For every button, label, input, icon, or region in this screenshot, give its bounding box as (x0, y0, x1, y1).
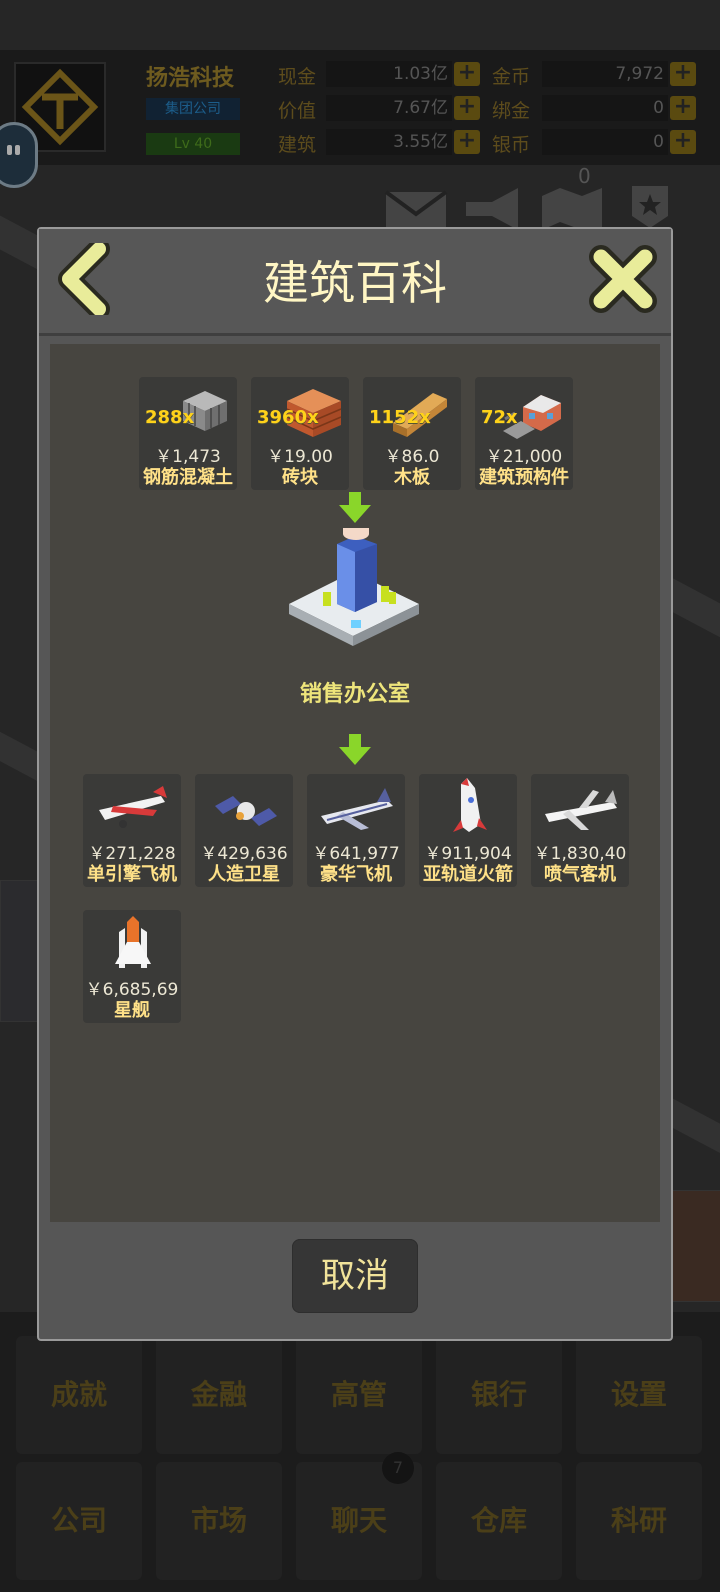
company-name[interactable]: 扬浩科技 (146, 60, 234, 92)
rocket-icon (453, 778, 487, 832)
silver-label: 银币 (492, 134, 531, 156)
gold-value: 7,972 (542, 61, 668, 87)
map-icon[interactable] (540, 186, 604, 230)
add-bound-gold-button[interactable]: + (670, 96, 696, 120)
nav-settings[interactable]: 设置 (576, 1336, 702, 1454)
megaphone-icon[interactable] (462, 186, 524, 230)
output-product-card[interactable]: ￥271,228 单引擎飞机 (83, 774, 181, 887)
building-encyclopedia-dialog: 建筑百科 288x ￥1,473 钢筋混凝土 3960x ￥19.00 砖块 1… (37, 227, 673, 1341)
output-product-card[interactable]: ￥641,977 豪华飞机 (307, 774, 405, 887)
silver-value: 0 (542, 129, 668, 155)
cash-value: 1.03亿 (326, 61, 452, 87)
airliner-icon (545, 790, 617, 830)
nav-market[interactable]: 市场 (156, 1462, 282, 1580)
input-material-card[interactable]: 72x ￥21,000 建筑预构件 (475, 377, 573, 490)
add-value-button[interactable]: + (454, 96, 480, 120)
add-gold-button[interactable]: + (670, 62, 696, 86)
input-name: 木板 (394, 467, 430, 488)
output-name: 人造卫星 (208, 864, 280, 885)
building-sprite (672, 1190, 720, 1302)
input-name: 砖块 (282, 467, 318, 488)
add-building-button[interactable]: + (454, 130, 480, 154)
space-shuttle-icon (115, 916, 151, 968)
nav-executives[interactable]: 高管 (296, 1336, 422, 1454)
nav-warehouse[interactable]: 仓库 (436, 1462, 562, 1580)
nav-company[interactable]: 公司 (16, 1462, 142, 1580)
satellite-icon (215, 796, 277, 826)
value-label: 价值 (278, 100, 317, 122)
chat-unread-badge: 7 (382, 1452, 414, 1484)
luxury-jet-icon (321, 788, 393, 830)
add-silver-button[interactable]: + (670, 130, 696, 154)
mail-icon[interactable] (384, 190, 448, 230)
output-product-card[interactable]: ￥429,636 人造卫星 (195, 774, 293, 887)
output-name: 单引擎飞机 (87, 864, 177, 885)
badge-icon[interactable] (630, 184, 670, 230)
add-cash-button[interactable]: + (454, 62, 480, 86)
output-name: 星舰 (114, 1000, 150, 1021)
input-name: 建筑预构件 (479, 467, 569, 488)
building-label: 建筑 (278, 134, 317, 156)
office-building-icon[interactable] (285, 524, 425, 654)
bound-gold-value: 0 (542, 95, 668, 121)
bound-gold-label: 绑金 (492, 100, 531, 122)
map-badge: 0 (578, 164, 591, 188)
nav-finance[interactable]: 金融 (156, 1336, 282, 1454)
output-name: 豪华飞机 (320, 864, 392, 885)
input-quantity: 1152x (369, 407, 431, 428)
building-sprite (0, 880, 40, 1022)
output-product-card[interactable]: ￥911,904 亚轨道火箭 (419, 774, 517, 887)
input-material-card[interactable]: 3960x ￥19.00 砖块 (251, 377, 349, 490)
input-quantity: 288x (145, 407, 195, 428)
cancel-button[interactable]: 取消 (292, 1239, 418, 1313)
output-product-card[interactable]: ￥1,830,40 喷气客机 (531, 774, 629, 887)
output-product-card[interactable]: ￥6,685,69 星舰 (83, 910, 181, 1023)
gold-label: 金币 (492, 66, 531, 88)
single-engine-plane-icon (99, 786, 167, 828)
input-quantity: 3960x (257, 407, 319, 428)
chat-bubble-button[interactable] (0, 122, 38, 188)
company-value: 7.67亿 (326, 95, 452, 121)
company-type-badge: 集团公司 (146, 98, 240, 120)
input-material-card[interactable]: 1152x ￥86.0 木板 (363, 377, 461, 490)
nav-bank[interactable]: 银行 (436, 1336, 562, 1454)
input-quantity: 72x (481, 407, 518, 428)
nav-research[interactable]: 科研 (576, 1462, 702, 1580)
nav-achievements[interactable]: 成就 (16, 1336, 142, 1454)
output-name: 喷气客机 (544, 864, 616, 885)
building-value: 3.55亿 (326, 129, 452, 155)
arrow-down-icon (339, 492, 371, 523)
input-name: 钢筋混凝土 (143, 467, 233, 488)
cash-label: 现金 (278, 66, 317, 88)
recipe-panel: 288x ￥1,473 钢筋混凝土 3960x ￥19.00 砖块 1152x … (50, 344, 660, 1222)
dialog-header: 建筑百科 (39, 229, 671, 336)
level-badge: Lv 40 (146, 133, 240, 155)
close-icon[interactable] (587, 243, 659, 315)
arrow-down-icon (339, 734, 371, 765)
output-name: 亚轨道火箭 (423, 864, 513, 885)
input-material-card[interactable]: 288x ￥1,473 钢筋混凝土 (139, 377, 237, 490)
dialog-title: 建筑百科 (263, 256, 447, 310)
building-name: 销售办公室 (299, 682, 410, 707)
